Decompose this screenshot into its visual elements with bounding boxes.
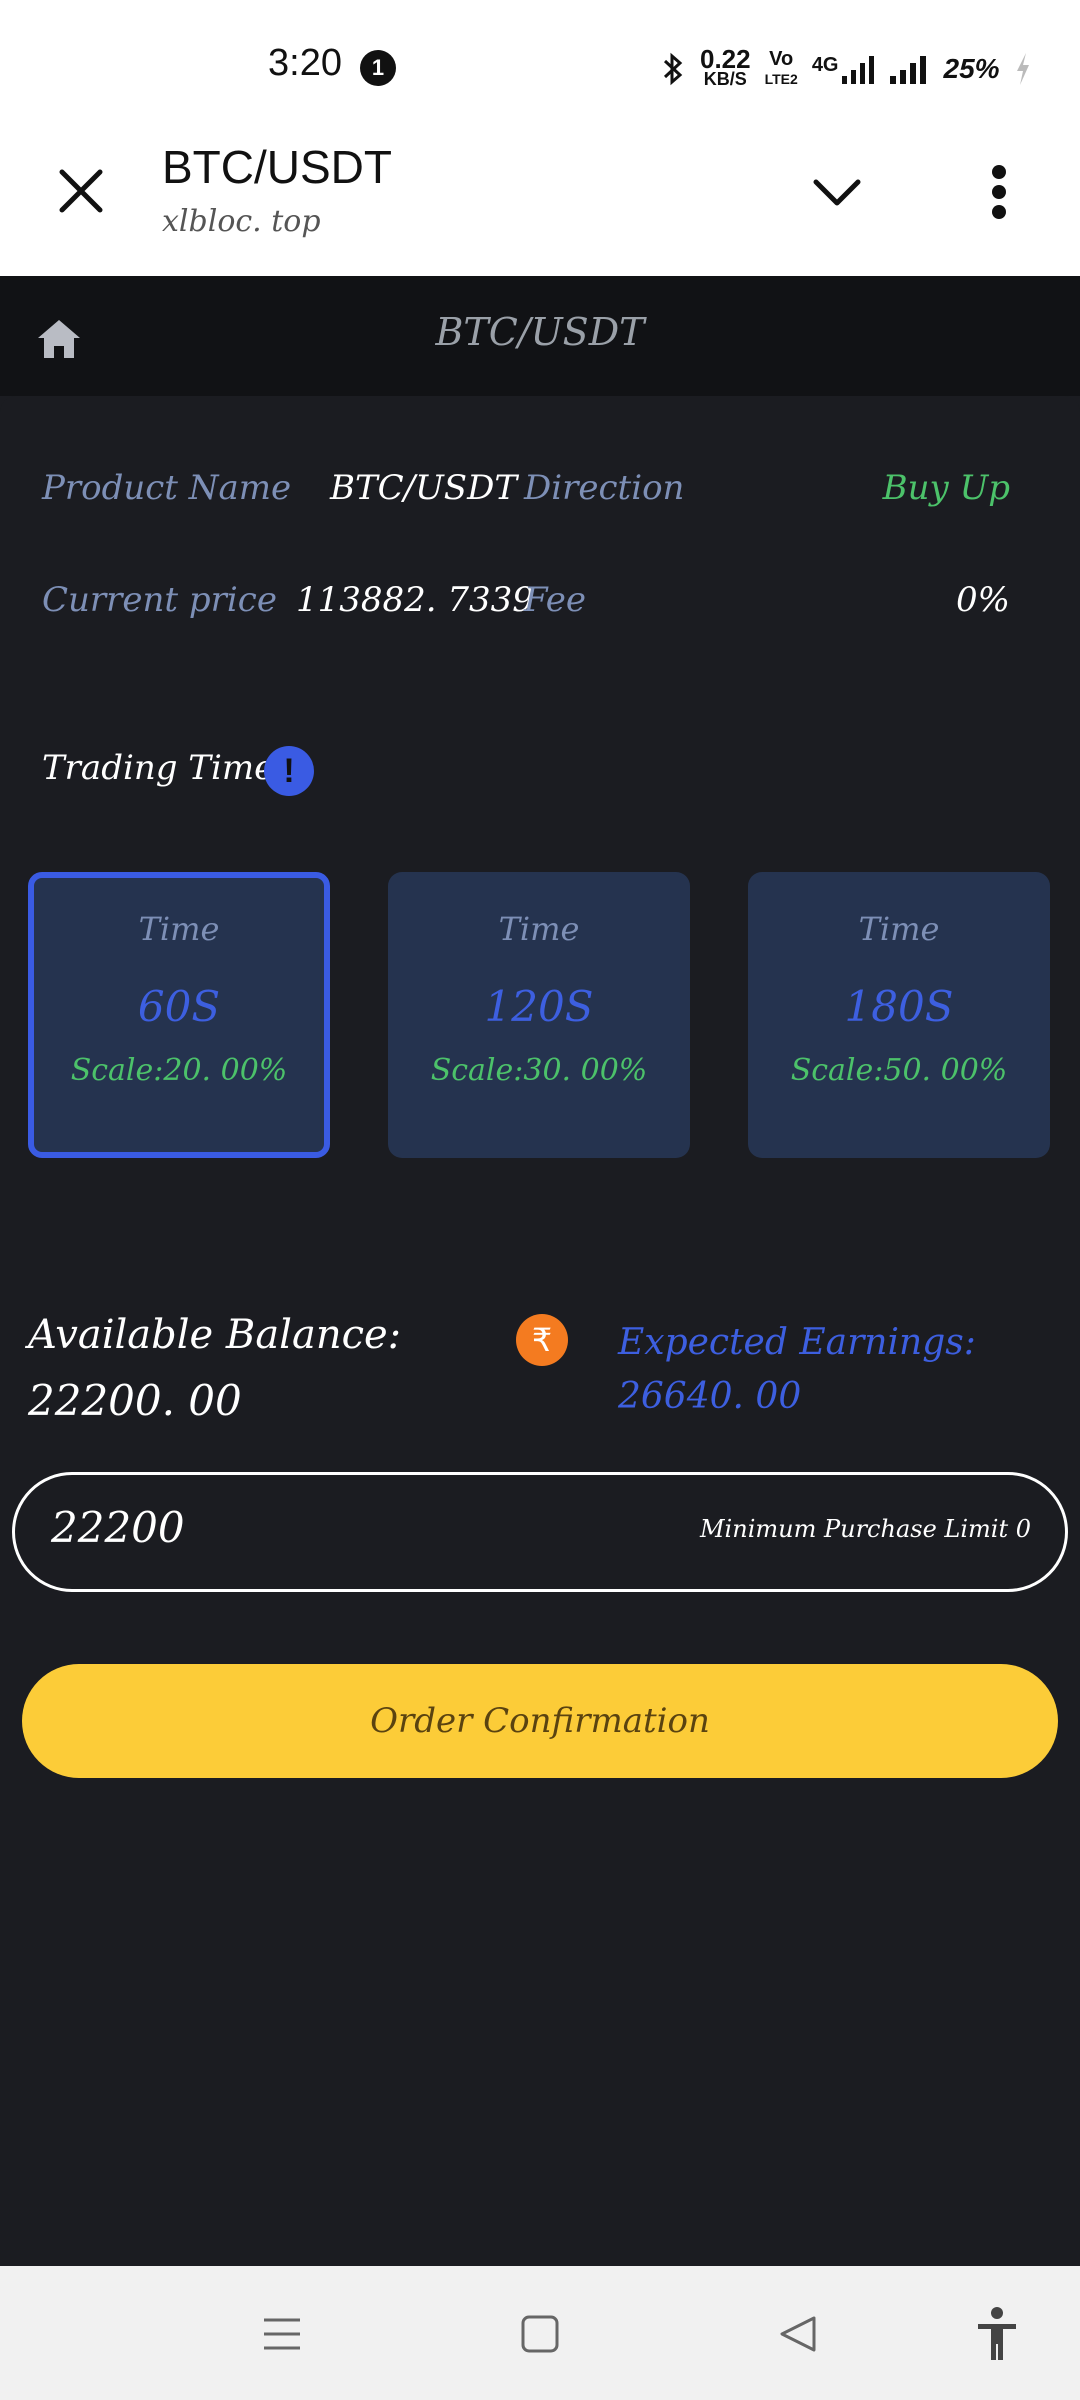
volte-bottom: LTE2 [764, 71, 798, 87]
net-speed-value: 0.22 [700, 44, 751, 74]
time-option-scale: Scale:20. 00% [70, 1053, 288, 1088]
minimum-limit-hint: Minimum Purchase Limit 0 [699, 1515, 1031, 1543]
available-balance-value: 22200. 00 [28, 1376, 242, 1425]
accessibility-icon[interactable] [974, 2306, 1020, 2362]
status-icons: 0.22 KB/S Vo LTE2 4G 25% [660, 44, 1032, 94]
recents-menu-icon[interactable] [262, 2316, 302, 2352]
browser-page-title: BTC/USDT [162, 141, 392, 193]
notification-badge: 1 [360, 50, 396, 86]
page-title: BTC/USDT [435, 310, 645, 354]
net-speed-unit: KB/S [703, 69, 747, 89]
volte-icon: Vo LTE2 [765, 49, 798, 89]
time-option-scale: Scale:50. 00% [790, 1053, 1008, 1088]
amount-input-value[interactable]: 22200 [51, 1503, 185, 1552]
time-option-60s[interactable]: Time 60S Scale:20. 00% [28, 872, 330, 1158]
time-option-label: Time [858, 910, 940, 948]
fee-value: 0% [956, 580, 1010, 620]
product-name-label: Product Name [42, 468, 292, 508]
time-option-180s[interactable]: Time 180S Scale:50. 00% [748, 872, 1050, 1158]
time-option-seconds: 60S [137, 982, 221, 1031]
expected-earnings-label: Expected Earnings: [618, 1322, 976, 1363]
status-time: 3:20 [268, 42, 342, 84]
charging-icon [1016, 53, 1029, 85]
expected-earnings-value: 26640. 00 [618, 1376, 802, 1417]
trading-time-label: Trading Time [42, 748, 275, 788]
available-balance-label: Available Balance: [28, 1312, 402, 1358]
time-option-120s[interactable]: Time 120S Scale:30. 00% [388, 872, 690, 1158]
more-options-icon[interactable] [984, 164, 1014, 220]
rupee-icon: ₹ [516, 1314, 568, 1366]
net-speed: 0.22 KB/S [700, 44, 751, 89]
home-square-icon[interactable] [520, 2314, 560, 2354]
bluetooth-icon [663, 52, 683, 86]
close-icon[interactable] [56, 166, 106, 216]
back-triangle-icon[interactable] [778, 2314, 818, 2354]
network-type: 4G [811, 54, 839, 76]
current-price-value: 113882. 7339 [296, 580, 534, 620]
product-name-value: BTC/USDT [330, 468, 518, 508]
volte-top: Vo [769, 48, 794, 70]
direction-label: Direction [524, 468, 685, 508]
battery-percent: 25% [943, 53, 1000, 84]
browser-url[interactable]: xlbloc. top [162, 204, 321, 239]
amount-input[interactable]: 22200 Minimum Purchase Limit 0 [12, 1472, 1068, 1592]
time-option-label: Time [498, 910, 580, 948]
fee-label: Fee [524, 580, 586, 620]
info-icon[interactable]: ! [264, 746, 314, 796]
time-option-label: Time [138, 910, 220, 948]
time-option-seconds: 180S [844, 982, 954, 1031]
time-option-scale: Scale:30. 00% [430, 1053, 648, 1088]
current-price-label: Current price [42, 580, 277, 620]
signal-icon [841, 56, 874, 84]
direction-value: Buy Up [882, 468, 1010, 508]
network-4g-signal: 4G [812, 54, 876, 84]
signal-icon-2 [889, 56, 926, 84]
order-confirmation-button[interactable]: Order Confirmation [22, 1664, 1058, 1778]
chevron-down-icon[interactable] [812, 176, 862, 210]
time-option-seconds: 120S [484, 982, 594, 1031]
